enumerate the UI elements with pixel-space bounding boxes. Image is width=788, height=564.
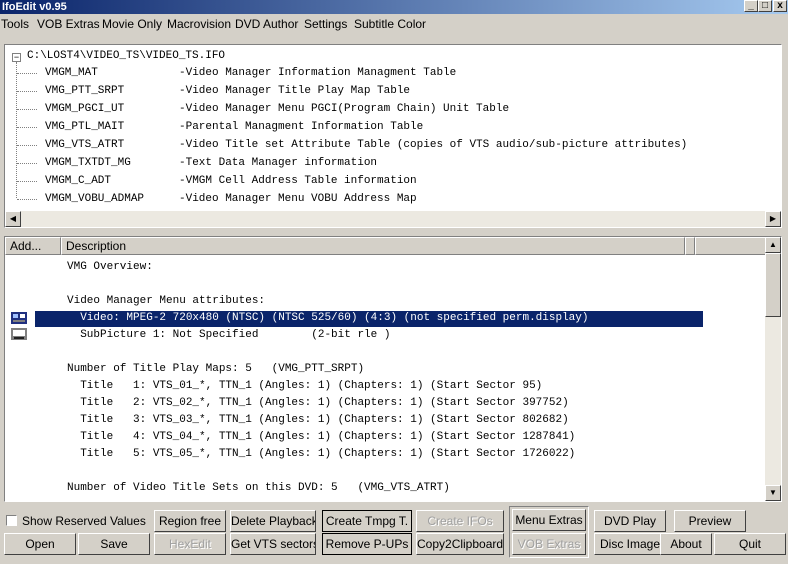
region-free-button[interactable]: Region free: [154, 510, 226, 532]
menu-tools[interactable]: Tools: [1, 17, 29, 31]
tree-item-vmg-vts-atrt[interactable]: VMG_VTS_ATRT: [45, 139, 124, 151]
menu-bar: Tools VOB Extras Movie Only Macrovision …: [0, 14, 788, 34]
detail-line: Title 2: VTS_02_*, TTN_1 (Angles: 1) (Ch…: [67, 397, 569, 409]
dvd-play-button[interactable]: DVD Play: [594, 510, 666, 532]
close-button[interactable]: x: [773, 0, 787, 12]
remove-pups-button[interactable]: Remove P-UPs: [322, 533, 412, 555]
column-header-spacer[interactable]: [685, 237, 695, 255]
detail-line: Number of Title Play Maps: 5 (VMG_PTT_SR…: [67, 363, 365, 375]
get-vts-sectors-button[interactable]: Get VTS sectors: [230, 533, 316, 555]
scroll-left-icon[interactable]: ◀: [5, 211, 21, 227]
save-button[interactable]: Save: [78, 533, 150, 555]
tree-connector: [17, 163, 37, 164]
create-ifos-button[interactable]: Create IFOs: [416, 510, 504, 532]
restore-button[interactable]: □: [758, 0, 772, 12]
menu-vob-extras[interactable]: VOB Extras: [37, 17, 100, 31]
tree-item-description: -Video Manager Information Managment Tab…: [179, 67, 457, 79]
tree-item-description: -Parental Managment Information Table: [179, 121, 424, 133]
tree-connector: [17, 181, 37, 182]
tree-item-vmgm-txtdt-mg[interactable]: VMGM_TXTDT_MG: [45, 157, 131, 169]
title-bar: IfoEdit v0.95 _ □ x: [0, 0, 788, 14]
tree-connector: [17, 199, 37, 200]
scroll-right-icon[interactable]: ▶: [765, 211, 781, 227]
detail-line: VMG Overview:: [67, 261, 153, 273]
tree-item-vmgm-pgci-ut[interactable]: VMGM_PGCI_UT: [45, 103, 124, 115]
delete-playback-button[interactable]: Delete Playback: [230, 510, 316, 532]
tree-item-vmg-ptl-mait[interactable]: VMG_PTL_MAIT: [45, 121, 124, 133]
tree-connector: [16, 62, 17, 198]
tree-item-description: -VMGM Cell Address Table information: [179, 175, 417, 187]
tree-item-description: -Video Manager Menu PGCI(Program Chain) …: [179, 103, 510, 115]
detail-line: Title 4: VTS_04_*, TTN_1 (Angles: 1) (Ch…: [67, 431, 576, 443]
about-button[interactable]: About: [660, 533, 712, 555]
create-tmpg-button[interactable]: Create Tmpg T.: [322, 510, 412, 532]
tree-connector: [17, 91, 37, 92]
menu-settings[interactable]: Settings: [304, 17, 347, 31]
window-title: IfoEdit v0.95: [2, 1, 67, 13]
show-reserved-checkbox[interactable]: [6, 515, 17, 526]
tree-collapse-icon[interactable]: −: [12, 53, 21, 62]
scrollbar-thumb[interactable]: [765, 253, 781, 317]
copy2clipboard-button[interactable]: Copy2Clipboard: [416, 533, 504, 555]
tree-item-description: -Video Title set Attribute Table (copies…: [179, 139, 688, 151]
tree-connector: [17, 127, 37, 128]
column-header-add[interactable]: Add...: [5, 237, 61, 255]
column-header-spacer[interactable]: [695, 237, 767, 255]
detail-line: Title 1: VTS_01_*, TTN_1 (Angles: 1) (Ch…: [67, 380, 543, 392]
tree-connector: [17, 73, 37, 74]
open-button[interactable]: Open: [4, 533, 76, 555]
tree-horizontal-scrollbar[interactable]: ◀ ▶: [5, 211, 781, 227]
tree-item-description: -Video Manager Title Play Map Table: [179, 85, 411, 97]
quit-button[interactable]: Quit: [714, 533, 786, 555]
details-list-view[interactable]: Add... Description VMG Overview: Video M…: [4, 236, 782, 502]
tree-item-vmg-ptt-srpt[interactable]: VMG_PTT_SRPT: [45, 85, 124, 97]
detail-line[interactable]: SubPicture 1: Not Specified (2-bit rle ): [67, 329, 390, 341]
detail-line: Title 3: VTS_03_*, TTN_1 (Angles: 1) (Ch…: [67, 414, 569, 426]
hexedit-button[interactable]: HexEdit: [154, 533, 226, 555]
minimize-button[interactable]: _: [744, 0, 758, 12]
vob-extras-button[interactable]: VOB Extras: [512, 533, 586, 555]
detail-line: Video Manager Menu attributes:: [67, 295, 266, 307]
tree-connector: [17, 145, 37, 146]
scroll-down-icon[interactable]: ▼: [765, 485, 781, 501]
subpicture-icon: [11, 328, 27, 340]
menu-macrovision[interactable]: Macrovision: [167, 17, 231, 31]
tree-item-description: -Video Manager Menu VOBU Address Map: [179, 193, 417, 205]
disc-image-button[interactable]: Disc Image: [594, 533, 666, 555]
menu-extras-button[interactable]: Menu Extras: [512, 509, 586, 531]
tree-connector: [17, 109, 37, 110]
tree-item-vmgm-c-adt[interactable]: VMGM_C_ADT: [45, 175, 111, 187]
tree-item-vmgm-mat[interactable]: VMGM_MAT: [45, 67, 98, 79]
column-header-description[interactable]: Description: [61, 237, 685, 255]
tree-root-path[interactable]: C:\LOST4\VIDEO_TS\VIDEO_TS.IFO: [27, 50, 225, 62]
show-reserved-label[interactable]: Show Reserved Values: [22, 514, 146, 528]
menu-movie-only[interactable]: Movie Only: [102, 17, 162, 31]
detail-line: Number of Video Title Sets on this DVD: …: [67, 482, 450, 494]
menu-subtitle-color[interactable]: Subtitle Color: [354, 17, 426, 31]
tree-item-description: -Text Data Manager information: [179, 157, 378, 169]
scroll-up-icon[interactable]: ▲: [765, 237, 781, 253]
preview-button[interactable]: Preview: [674, 510, 746, 532]
detail-line: Title 5: VTS_05_*, TTN_1 (Angles: 1) (Ch…: [67, 448, 576, 460]
menu-dvd-author[interactable]: DVD Author: [235, 17, 298, 31]
tree-item-vmgm-vobu-admap[interactable]: VMGM_VOBU_ADMAP: [45, 193, 144, 205]
detail-line-selected[interactable]: Video: MPEG-2 720x480 (NTSC) (NTSC 525/6…: [67, 312, 588, 324]
details-vertical-scrollbar[interactable]: ▲ ▼: [765, 237, 781, 501]
ifo-tree-view[interactable]: − C:\LOST4\VIDEO_TS\VIDEO_TS.IFO VMGM_MA…: [4, 44, 782, 228]
